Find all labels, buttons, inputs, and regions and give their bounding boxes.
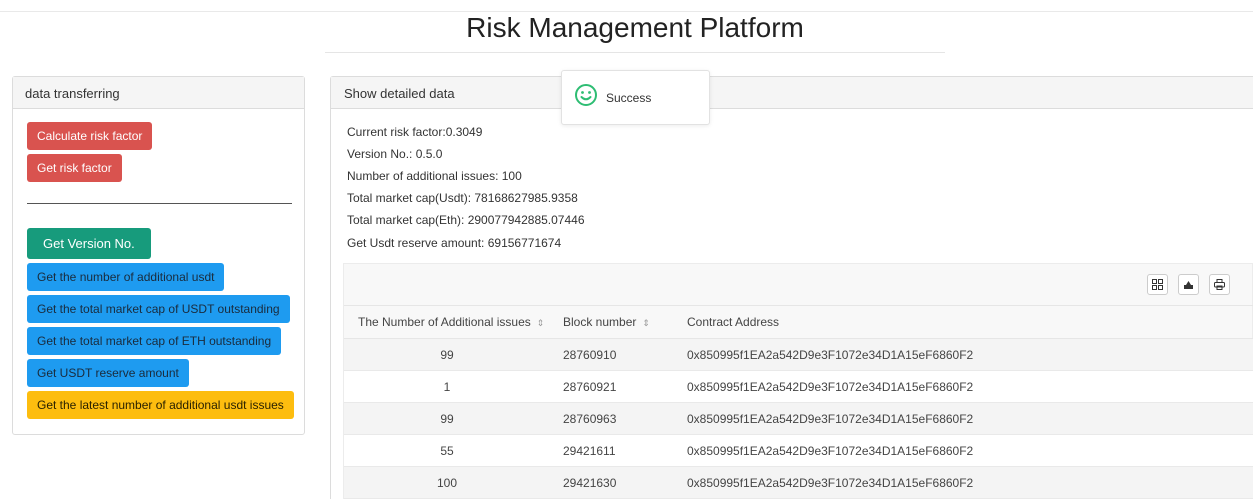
- table-row: 55 29421611 0x850995f1EA2a542D9e3F1072e3…: [344, 434, 1253, 467]
- cell-additional-issues: 55: [344, 434, 550, 467]
- table-row: 99 28760910 0x850995f1EA2a542D9e3F1072e3…: [344, 338, 1253, 371]
- cell-contract-address: 0x850995f1EA2a542D9e3F1072e34D1A15eF6860…: [674, 338, 1253, 371]
- print-icon[interactable]: [1209, 274, 1230, 295]
- data-transferring-panel: data transferring Calculate risk factor …: [12, 76, 305, 435]
- cell-additional-issues: 99: [344, 338, 550, 371]
- cell-block-number: 29421630: [550, 466, 674, 499]
- sort-icon: ⇕: [536, 318, 545, 328]
- cell-block-number: 28760910: [550, 338, 674, 371]
- panel-heading-detailed-data: Show detailed data: [331, 77, 1253, 109]
- get-version-button[interactable]: Get Version No.: [27, 228, 151, 259]
- info-risk-factor: Current risk factor:0.3049: [347, 125, 483, 139]
- info-usdt-reserve: Get Usdt reserve amount: 69156771674: [347, 236, 562, 250]
- get-usdt-reserve-button[interactable]: Get USDT reserve amount: [27, 359, 189, 387]
- toast-message: Success: [606, 90, 652, 105]
- data-table-container: The Number of Additional issues ⇕ Block n…: [343, 263, 1253, 499]
- panel-heading-data-transferring: data transferring: [13, 77, 304, 109]
- cell-additional-issues: 99: [344, 402, 550, 435]
- cell-contract-address: 0x850995f1EA2a542D9e3F1072e34D1A15eF6860…: [674, 402, 1253, 435]
- info-market-cap-eth: Total market cap(Eth): 290077942885.0744…: [347, 213, 585, 227]
- column-header-block-number[interactable]: Block number ⇕: [550, 305, 674, 339]
- info-market-cap-usdt: Total market cap(Usdt): 78168627985.9358: [347, 191, 578, 205]
- get-usdt-market-cap-button[interactable]: Get the total market cap of USDT outstan…: [27, 295, 290, 323]
- additional-issues-table: The Number of Additional issues ⇕ Block n…: [344, 305, 1253, 499]
- cell-additional-issues: 1: [344, 370, 550, 403]
- sort-icon: ⇕: [642, 318, 650, 328]
- cell-contract-address: 0x850995f1EA2a542D9e3F1072e34D1A15eF6860…: [674, 370, 1253, 403]
- columns-icon[interactable]: [1147, 274, 1168, 295]
- column-header-contract-address: Contract Address: [674, 305, 1253, 339]
- cell-block-number: 28760963: [550, 402, 674, 435]
- info-additional-issues: Number of additional issues: 100: [347, 169, 522, 183]
- get-latest-additional-button[interactable]: Get the latest number of additional usdt…: [27, 391, 294, 419]
- cell-contract-address: 0x850995f1EA2a542D9e3F1072e34D1A15eF6860…: [674, 434, 1253, 467]
- table-row: 100 29421630 0x850995f1EA2a542D9e3F1072e…: [344, 466, 1253, 499]
- success-toast: Success: [561, 70, 710, 125]
- cell-contract-address: 0x850995f1EA2a542D9e3F1072e34D1A15eF6860…: [674, 466, 1253, 499]
- detailed-data-panel: Show detailed data Current risk factor:0…: [330, 76, 1253, 499]
- cell-block-number: 29421611: [550, 434, 674, 467]
- column-header-additional-issues[interactable]: The Number of Additional issues ⇕: [344, 305, 550, 339]
- table-row: 99 28760963 0x850995f1EA2a542D9e3F1072e3…: [344, 402, 1253, 435]
- page-title: Risk Management Platform: [466, 12, 804, 43]
- table-header-row: The Number of Additional issues ⇕ Block n…: [344, 305, 1253, 339]
- cell-additional-issues: 100: [344, 466, 550, 499]
- divider: [27, 203, 292, 204]
- info-version: Version No.: 0.5.0: [347, 147, 443, 161]
- smile-icon: [574, 83, 598, 112]
- get-eth-market-cap-button[interactable]: Get the total market cap of ETH outstand…: [27, 327, 282, 355]
- table-row: 1 28760921 0x850995f1EA2a542D9e3F1072e34…: [344, 370, 1253, 403]
- cell-block-number: 28760921: [550, 370, 674, 403]
- get-risk-factor-button[interactable]: Get risk factor: [27, 154, 122, 182]
- title-underline: [325, 52, 945, 53]
- export-icon[interactable]: [1178, 274, 1199, 295]
- calculate-risk-factor-button[interactable]: Calculate risk factor: [27, 122, 153, 150]
- get-additional-usdt-button[interactable]: Get the number of additional usdt: [27, 263, 225, 291]
